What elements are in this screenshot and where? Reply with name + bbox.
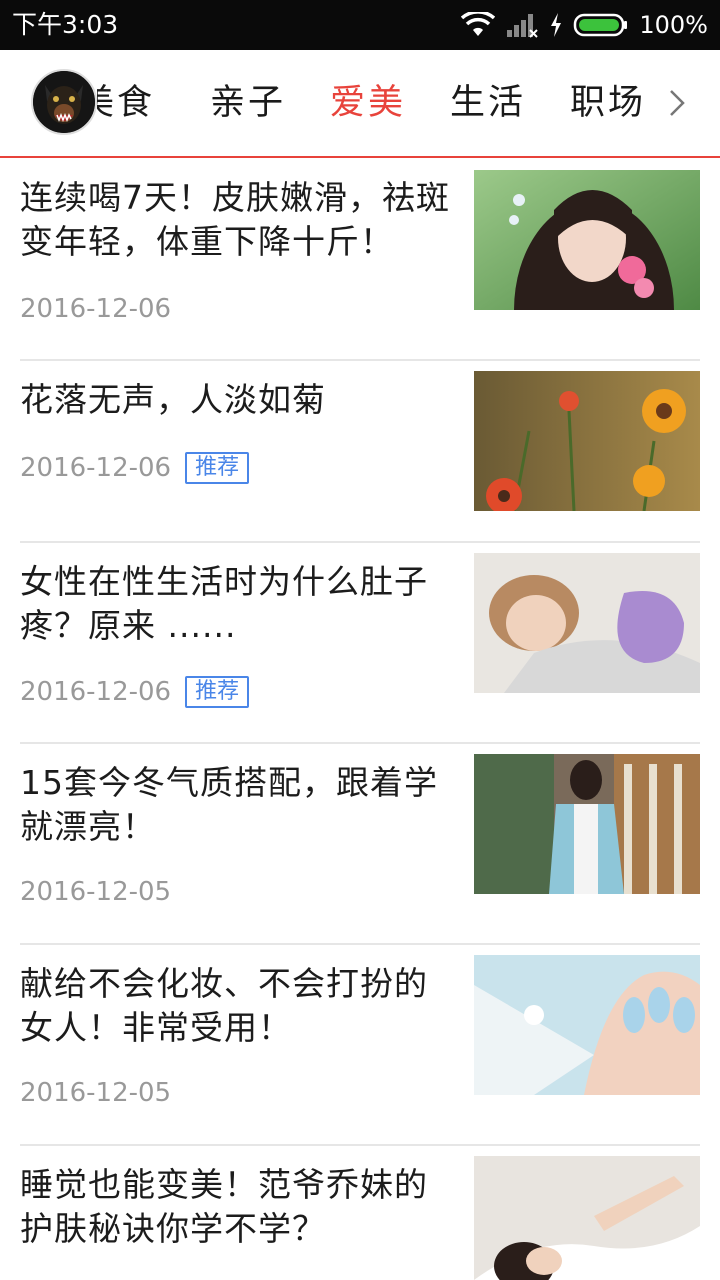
tab-food-label: 美食 [97, 83, 156, 123]
article-thumbnail [474, 553, 700, 693]
article-date: 2016-12-06 [20, 294, 172, 324]
article-item[interactable]: 连续喝7天！皮肤嫩滑，祛斑变年轻，体重下降十斤！ 2016-12-06 [20, 158, 700, 360]
article-item[interactable]: 女性在性生活时为什么肚子疼？原来 ...... 2016-12-06 推荐 [20, 542, 700, 743]
article-thumbnail [474, 1156, 700, 1280]
user-avatar[interactable] [31, 69, 97, 135]
battery-percent: 100% [639, 11, 708, 39]
status-icons: 100% [461, 8, 708, 42]
tab-beauty[interactable]: 爱美 [330, 78, 406, 128]
signal-icon [507, 14, 539, 38]
article-thumbnail [474, 170, 700, 310]
article-item[interactable]: 献给不会化妆、不会打扮的女人！非常受用！ 2016-12-05 [20, 944, 700, 1145]
recommend-badge: 推荐 [185, 676, 250, 708]
article-thumbnail [474, 371, 700, 511]
charging-icon [551, 13, 562, 37]
article-date: 2016-12-06 [20, 677, 172, 707]
status-time: 下午3:03 [12, 10, 119, 39]
article-meta: 2016-12-05 [20, 1078, 171, 1108]
article-meta: 2016-12-06 推荐 [20, 452, 250, 484]
tab-parenting[interactable]: 亲子 [210, 78, 286, 128]
article-item[interactable]: 15套今冬气质搭配，跟着学就漂亮！ 2016-12-05 [20, 743, 700, 944]
tab-life[interactable]: 生活 [450, 78, 526, 128]
article-thumbnail [474, 955, 700, 1095]
article-title: 献给不会化妆、不会打扮的女人！非常受用！ [20, 964, 428, 1047]
article-date: 2016-12-06 [20, 453, 172, 483]
article-item[interactable]: 花落无声，人淡如菊 2016-12-06 推荐 [20, 360, 700, 542]
article-meta: 2016-12-05 [20, 877, 171, 907]
article-thumbnail [474, 754, 700, 894]
article-item[interactable]: 睡觉也能变美！范爷乔妹的护肤秘诀你学不学？ [20, 1145, 700, 1280]
article-title: 连续喝7天！皮肤嫩滑，祛斑变年轻，体重下降十斤！ [20, 178, 450, 261]
tab-food-clipped[interactable]: 美食 [97, 78, 172, 128]
article-date: 2016-12-05 [20, 1078, 172, 1108]
article-title: 15套今冬气质搭配，跟着学就漂亮！ [20, 763, 438, 846]
tab-career[interactable]: 职场 [570, 78, 646, 128]
chevron-right-icon[interactable] [666, 88, 688, 118]
article-title: 女性在性生活时为什么肚子疼？原来 ...... [20, 562, 428, 645]
status-bar: 下午3:03 100% [0, 0, 720, 50]
wifi-icon [461, 12, 496, 36]
article-meta: 2016-12-06 [20, 294, 171, 324]
article-date: 2016-12-05 [20, 877, 172, 907]
article-title: 花落无声，人淡如菊 [20, 380, 326, 419]
battery-icon [574, 13, 628, 37]
article-title: 睡觉也能变美！范爷乔妹的护肤秘诀你学不学？ [20, 1165, 428, 1248]
article-meta: 2016-12-06 推荐 [20, 676, 250, 708]
recommend-badge: 推荐 [185, 452, 250, 484]
dog-avatar-icon [33, 71, 95, 133]
